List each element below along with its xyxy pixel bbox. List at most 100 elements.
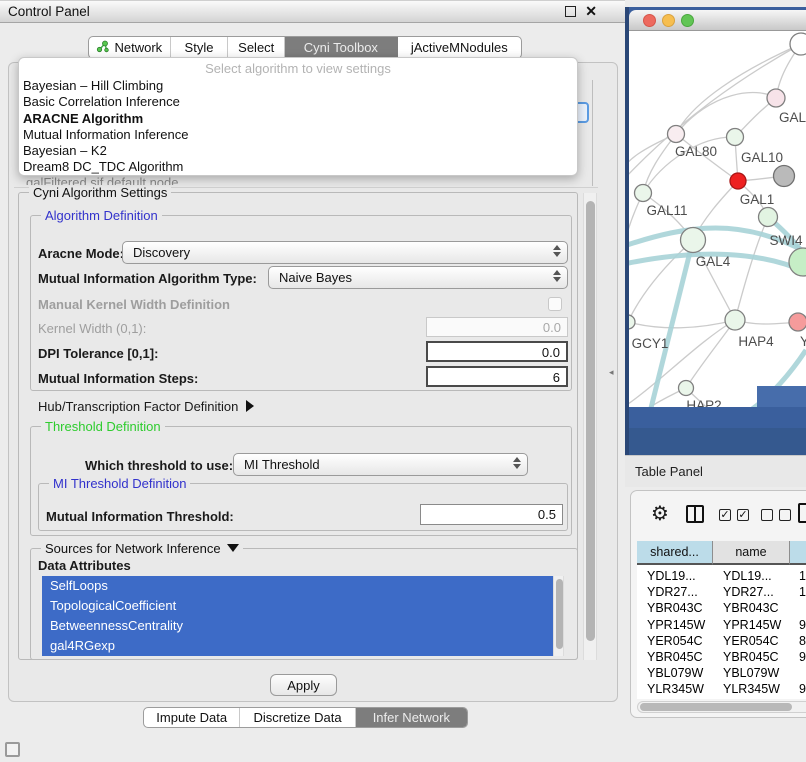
tab-cyni-toolbox[interactable]: Cyni Toolbox <box>285 37 397 58</box>
network-node[interactable] <box>774 166 795 187</box>
column-header-name[interactable]: name <box>713 541 790 565</box>
node-label-gal4: GAL4 <box>696 254 731 269</box>
which-threshold-combo[interactable]: MI Threshold <box>233 453 528 476</box>
table-cell[interactable]: 13 <box>799 569 806 583</box>
column-header-partial[interactable] <box>790 541 806 565</box>
tab-network[interactable]: Network <box>89 37 171 58</box>
attributes-scrollbar[interactable] <box>553 576 564 656</box>
table-hscrollbar-thumb[interactable] <box>640 703 792 711</box>
split-columns-icon[interactable] <box>686 505 704 523</box>
mi-threshold-field[interactable]: 0.5 <box>420 504 563 525</box>
table-cell[interactable]: YBR045C <box>723 650 779 664</box>
table-cell[interactable]: YBR043C <box>723 601 779 615</box>
kernel-width-field[interactable]: 0.0 <box>426 317 568 337</box>
network-node[interactable] <box>789 248 806 276</box>
tab-infer-network[interactable]: Infer Network <box>356 708 467 727</box>
hub-expander[interactable]: Hub/Transcription Factor Definition <box>38 399 254 414</box>
unchecked-checkbox-icon[interactable] <box>761 509 773 521</box>
table-cell[interactable]: 12 <box>799 585 806 599</box>
tab-jactivemnodules[interactable]: jActiveMNodules <box>398 37 521 58</box>
unchecked-checkbox-icon[interactable] <box>779 509 791 521</box>
network-node[interactable] <box>725 310 745 330</box>
sources-title[interactable]: Sources for Network Inference <box>41 541 243 556</box>
network-window-titlebar[interactable] <box>629 10 806 31</box>
table-cell[interactable]: YPR145W <box>723 618 781 632</box>
table-cell[interactable]: YDL19... <box>647 569 696 583</box>
document-icon[interactable] <box>798 503 806 523</box>
algorithm-option[interactable]: Bayesian – Hill Climbing <box>19 78 577 94</box>
network-node[interactable] <box>790 33 806 55</box>
algorithm-option[interactable]: ARACNE Algorithm <box>19 111 577 127</box>
collapsed-panel-icon[interactable] <box>5 742 20 757</box>
close-traffic-icon[interactable] <box>643 14 656 27</box>
network-node[interactable] <box>635 185 652 202</box>
network-node[interactable] <box>681 228 706 253</box>
table-cell[interactable]: YER054C <box>723 634 779 648</box>
apply-button[interactable]: Apply <box>270 674 337 696</box>
mi-steps-field[interactable]: 6 <box>426 366 568 387</box>
attribute-item[interactable]: TopologicalCoefficient <box>42 596 553 616</box>
checked-checkbox-icon[interactable]: ✓ <box>719 509 731 521</box>
tab-impute-data[interactable]: Impute Data <box>144 708 240 727</box>
table-cell[interactable]: YBR043C <box>647 601 703 615</box>
settings-scrollbar-thumb[interactable] <box>586 201 595 641</box>
attributes-scrollbar-thumb[interactable] <box>556 579 563 649</box>
gear-icon[interactable]: ⚙ <box>651 501 669 525</box>
dpi-tolerance-field[interactable]: 0.0 <box>426 341 568 362</box>
attribute-item[interactable]: gal4RGexp <box>42 636 553 656</box>
algorithm-option[interactable]: Dream8 DC_TDC Algorithm <box>19 159 577 175</box>
table-cell[interactable]: YLR345W <box>723 682 780 696</box>
mi-type-combo[interactable]: Naive Bayes <box>268 266 568 289</box>
network-node[interactable] <box>789 313 806 331</box>
node-label-gal10: GAL10 <box>741 150 783 165</box>
table-cell[interactable]: YER054C <box>647 634 703 648</box>
network-node[interactable] <box>727 129 744 146</box>
table-cell[interactable]: YBR045C <box>647 650 703 664</box>
table-cell[interactable]: YDL19... <box>723 569 772 583</box>
table-cell[interactable]: 9. <box>799 618 806 632</box>
zoom-traffic-icon[interactable] <box>681 14 694 27</box>
table-hscrollbar[interactable] <box>637 701 806 713</box>
dropdown-placeholder: Select algorithm to view settings <box>19 61 577 78</box>
algorithm-option[interactable]: Bayesian – K2 <box>19 143 577 159</box>
tab-style[interactable]: Style <box>171 37 229 58</box>
network-node[interactable] <box>629 315 635 329</box>
algorithm-option[interactable]: Basic Correlation Inference <box>19 94 577 110</box>
network-node[interactable] <box>668 126 685 143</box>
minimize-traffic-icon[interactable] <box>662 14 675 27</box>
network-canvas[interactable]: GALGAL80GAL10GAL1GAL11SWI4GAL4GCY1HAP4YH… <box>629 31 806 407</box>
attribute-item[interactable]: BetweennessCentrality <box>42 616 553 636</box>
close-icon[interactable]: ✕ <box>585 5 597 17</box>
network-node[interactable] <box>679 381 694 396</box>
mi-threshold-label: Mutual Information Threshold: <box>46 509 234 524</box>
panel-divider-handle[interactable]: ◂ <box>609 367 614 378</box>
table-panel-titlebar: Table Panel <box>625 455 806 487</box>
table-cell[interactable]: 9. <box>799 650 806 664</box>
checked-checkbox-icon[interactable]: ✓ <box>737 509 749 521</box>
algorithm-option[interactable]: Mutual Information Inference <box>19 127 577 143</box>
table-cell[interactable]: YDR27... <box>647 585 698 599</box>
network-node[interactable] <box>767 89 785 107</box>
network-icon <box>96 40 109 56</box>
data-attributes-list[interactable]: SelfLoopsTopologicalCoefficientBetweenne… <box>42 576 553 656</box>
table-cell[interactable]: YDR27... <box>723 585 774 599</box>
data-attributes-label: Data Attributes <box>38 558 131 573</box>
table-cell[interactable]: YPR145W <box>647 618 705 632</box>
aracne-mode-combo[interactable]: Discovery <box>122 241 568 264</box>
network-node[interactable] <box>730 173 746 189</box>
table-cell[interactable]: 9. <box>799 682 806 696</box>
tab-select[interactable]: Select <box>228 37 285 58</box>
table-cell[interactable]: YLR345W <box>647 682 704 696</box>
manual-kernel-checkbox[interactable] <box>548 297 562 311</box>
float-window-icon[interactable] <box>565 6 576 17</box>
column-header-shared[interactable]: shared... <box>637 541 713 565</box>
table-cell[interactable]: YBL079W <box>723 666 779 680</box>
table-cell[interactable]: 8. <box>799 634 806 648</box>
table-cell[interactable]: YBL079W <box>647 666 703 680</box>
network-node[interactable] <box>759 208 778 227</box>
settings-scrollbar[interactable] <box>583 193 597 660</box>
tab-discretize-data[interactable]: Discretize Data <box>240 708 355 727</box>
network-edge <box>643 134 676 193</box>
attribute-item[interactable]: SelfLoops <box>42 576 553 596</box>
node-attribute-table: shared... name YDL19... YDL19... 13 YDR27..… <box>637 541 806 699</box>
